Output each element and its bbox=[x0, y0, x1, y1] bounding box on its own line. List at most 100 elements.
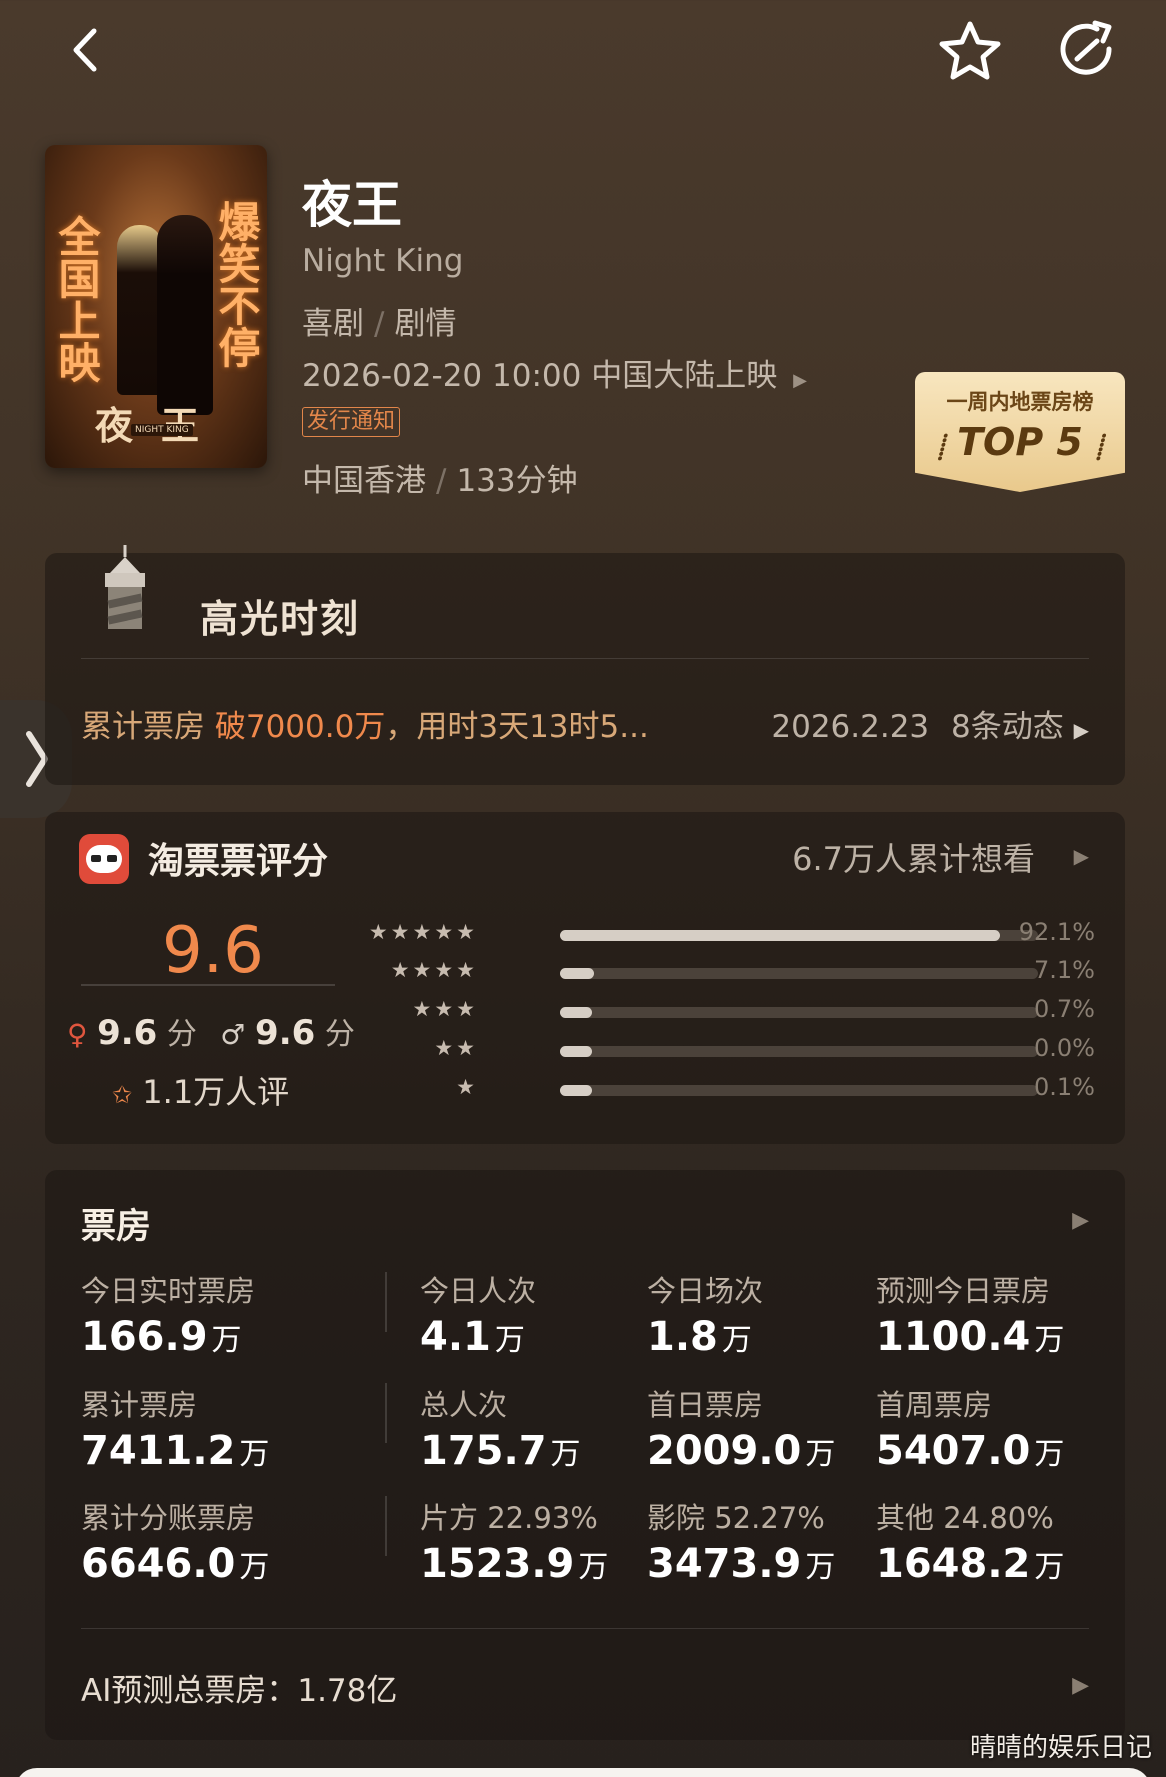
stat-value: 6646.0 万 bbox=[81, 1541, 270, 1587]
release-info[interactable]: 2026-02-20 10:00 中国大陆上映 ▶ bbox=[302, 350, 807, 395]
column-divider bbox=[385, 1383, 387, 1443]
rating-bar-fill bbox=[560, 930, 1001, 941]
rating-bar-track bbox=[560, 1007, 1038, 1018]
caret-right-icon[interactable]: ▶ bbox=[1072, 1208, 1089, 1233]
poster-left-text: 全国上映 bbox=[52, 215, 101, 383]
score-underline bbox=[81, 984, 335, 986]
stat-value: 1100.4 万 bbox=[876, 1314, 1065, 1360]
taopiaopiao-logo-icon bbox=[79, 834, 129, 884]
rating-bar-percent: 0.7% bbox=[1034, 995, 1095, 1023]
rating-bar-stars: ★★★ bbox=[412, 997, 478, 1021]
share-button[interactable] bbox=[1052, 18, 1122, 84]
box-office-title: 票房 bbox=[81, 1207, 152, 1247]
highlight-date: 2026.2.23 bbox=[771, 709, 930, 745]
stat-unit: 万 bbox=[211, 1323, 242, 1358]
star-outline-icon bbox=[939, 21, 1001, 80]
highlight-text[interactable]: 累计票房 破7000.0万，用时3天13时5... bbox=[81, 701, 649, 746]
movie-english-title: Night King bbox=[302, 243, 464, 279]
rating-bar-percent: 0.0% bbox=[1034, 1034, 1095, 1062]
box-office-stat: 片方 22.93% 1523.9 万 bbox=[420, 1495, 608, 1587]
rating-bar-percent: 7.1% bbox=[1034, 956, 1095, 984]
rating-bar-percent: 92.1% bbox=[1018, 918, 1095, 946]
rating-bar-fill bbox=[560, 1007, 592, 1018]
box-office-stat: 预测今日票房 1100.4 万 bbox=[876, 1268, 1064, 1360]
rating-bar-track bbox=[560, 1046, 1038, 1057]
region: 中国香港 bbox=[302, 463, 426, 499]
laurel-left-icon: ⸽ bbox=[937, 433, 944, 461]
movie-genres: 喜剧 / 剧情 bbox=[302, 306, 457, 342]
gender-scores: ♀ 9.6 分 ♂ 9.6 分 bbox=[67, 1013, 355, 1053]
poster-badge: NIGHT KING bbox=[131, 424, 193, 436]
clapperboard-tower-icon bbox=[105, 545, 145, 629]
movie-poster[interactable]: 全国上映 爆笑不停 夜王 NIGHT KING bbox=[45, 145, 267, 468]
poster-right-text: 爆笑不停 bbox=[212, 200, 261, 368]
movie-title: 夜王 bbox=[302, 176, 402, 234]
rating-score: 9.6 bbox=[162, 914, 264, 988]
share-arrow-icon bbox=[1060, 20, 1112, 75]
movie-region-duration: 中国香港/133分钟 bbox=[302, 463, 578, 499]
box-office-stat: 今日场次 1.8 万 bbox=[647, 1268, 763, 1360]
stat-label: 总人次 bbox=[420, 1388, 508, 1422]
ai-forecast-value: 1.78亿 bbox=[297, 1673, 398, 1709]
stat-label: 片方 22.93% bbox=[420, 1501, 598, 1535]
rating-title: 淘票票评分 bbox=[148, 841, 329, 882]
stat-unit: 万 bbox=[239, 1550, 270, 1585]
rating-bar-track bbox=[560, 930, 1038, 941]
stat-value: 1648.2 万 bbox=[876, 1541, 1065, 1587]
stat-label: 累计分账票房 bbox=[81, 1501, 256, 1535]
stat-value: 175.7 万 bbox=[420, 1428, 581, 1474]
column-divider bbox=[385, 1496, 387, 1556]
rating-bar-row: ★ 0.1% bbox=[365, 1073, 1095, 1105]
stat-label: 今日人次 bbox=[420, 1274, 537, 1308]
stat-label: 首周票房 bbox=[876, 1388, 993, 1422]
rank-badge[interactable]: 一周内地票房榜 ⸽ TOP 5 ⸽ bbox=[915, 372, 1125, 492]
rating-card[interactable]: 淘票票评分 6.7万人累计想看 ▶ 9.6 ♀ 9.6 分 ♂ 9.6 分 ✩ … bbox=[45, 812, 1125, 1144]
box-office-divider bbox=[81, 1628, 1089, 1629]
poster-figure-right bbox=[157, 215, 213, 415]
favorite-button[interactable] bbox=[935, 18, 1005, 84]
stat-unit: 万 bbox=[578, 1550, 609, 1585]
highlight-updates[interactable]: 2026.2.23 8条动态 ▶ bbox=[771, 701, 1089, 746]
stat-unit: 万 bbox=[1034, 1323, 1065, 1358]
box-office-stat: 今日实时票房 166.9 万 bbox=[81, 1268, 255, 1360]
box-office-stat: 累计分账票房 6646.0 万 bbox=[81, 1495, 269, 1587]
want-to-see-count[interactable]: 6.7万人累计想看 bbox=[792, 834, 1035, 880]
box-office-card[interactable]: 票房 ▶ 今日实时票房 166.9 万 今日人次 4.1 万 今日场次 1.8 万 预测今日票房 1… bbox=[45, 1170, 1125, 1740]
stat-label: 累计票房 bbox=[81, 1388, 198, 1422]
notice-tag[interactable]: 发行通知 bbox=[302, 407, 401, 437]
rating-bar-stars: ★★ bbox=[434, 1036, 478, 1060]
stat-label: 今日场次 bbox=[647, 1274, 764, 1308]
ai-forecast-label: AI预测总票房： bbox=[81, 1673, 298, 1709]
female-score: 9.6 bbox=[97, 1013, 158, 1053]
box-office-stat: 累计票房 7411.2 万 bbox=[81, 1382, 269, 1474]
stat-label: 其他 24.80% bbox=[876, 1501, 1054, 1535]
ai-forecast[interactable]: AI预测总票房：1.78亿 bbox=[81, 1665, 397, 1710]
stat-value: 2009.0 万 bbox=[647, 1428, 836, 1474]
stat-value: 3473.9 万 bbox=[647, 1541, 836, 1587]
stat-unit: 万 bbox=[239, 1437, 270, 1472]
rank-badge-rank: ⸽ TOP 5 ⸽ bbox=[937, 420, 1103, 464]
bottom-sheet-edge[interactable] bbox=[15, 1768, 1151, 1777]
stat-unit: 万 bbox=[1034, 1437, 1065, 1472]
column-divider bbox=[385, 1272, 387, 1332]
stat-label: 今日实时票房 bbox=[81, 1274, 256, 1308]
stat-value: 7411.2 万 bbox=[81, 1428, 270, 1474]
female-icon: ♀ bbox=[67, 1018, 88, 1051]
back-button[interactable] bbox=[55, 20, 115, 80]
rating-bar-fill bbox=[560, 968, 594, 979]
box-office-stat: 其他 24.80% 1648.2 万 bbox=[876, 1495, 1064, 1587]
rater-count: ✩ 1.1万人评 bbox=[112, 1073, 290, 1111]
stat-label: 预测今日票房 bbox=[876, 1274, 1051, 1308]
stat-unit: 万 bbox=[805, 1437, 836, 1472]
stat-unit: 万 bbox=[721, 1323, 752, 1358]
stat-value: 1523.9 万 bbox=[420, 1541, 609, 1587]
rank-badge-title: 一周内地票房榜 bbox=[946, 390, 1094, 414]
rating-bar-stars: ★★★★★ bbox=[368, 920, 478, 944]
stat-value: 166.9 万 bbox=[81, 1314, 242, 1360]
stat-unit: 万 bbox=[494, 1323, 525, 1358]
rating-bar-track bbox=[560, 968, 1038, 979]
highlight-card[interactable]: 高光时刻 累计票房 破7000.0万，用时3天13时5... 2026.2.23… bbox=[45, 545, 1125, 785]
stat-label: 首日票房 bbox=[647, 1388, 764, 1422]
caret-right-icon[interactable]: ▶ bbox=[1072, 1673, 1089, 1698]
male-score: 9.6 bbox=[255, 1013, 316, 1053]
